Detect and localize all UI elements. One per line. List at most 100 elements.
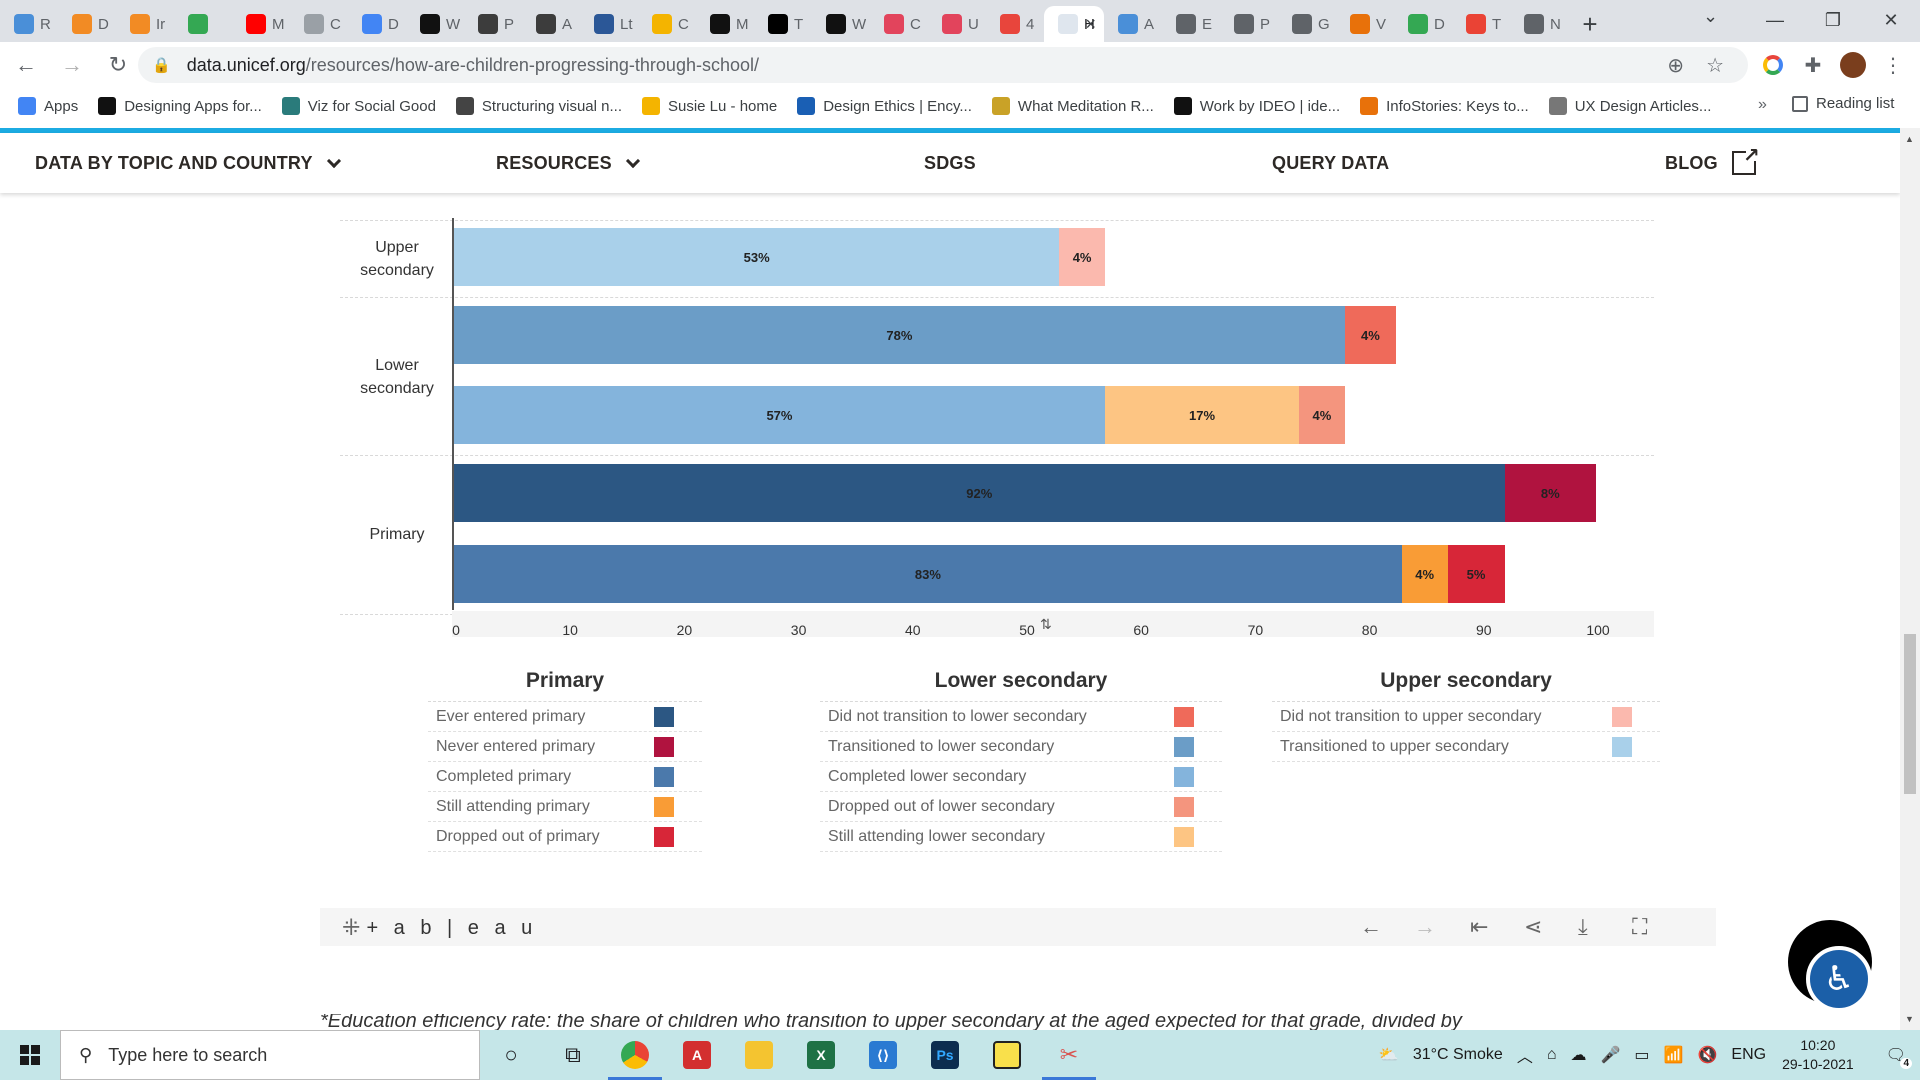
browser-tab[interactable]: P — [464, 6, 522, 42]
nav-blog[interactable]: BLOG — [1665, 143, 1760, 175]
bar-segment[interactable]: 4% — [1299, 386, 1345, 444]
battery-icon[interactable]: ▭ — [1634, 1045, 1649, 1065]
nav-sdgs[interactable]: SDGS — [924, 153, 976, 174]
accessibility-widget[interactable]: ♿ — [1788, 920, 1872, 1012]
browser-tab[interactable]: Ir — [116, 6, 174, 42]
language-indicator[interactable]: ENG — [1731, 1046, 1766, 1064]
bookmark-item[interactable]: UX Design Articles... — [1548, 97, 1711, 115]
cortana-icon[interactable]: ○ — [480, 1030, 542, 1080]
bookmark-star-icon[interactable]: ☆ — [1706, 53, 1724, 78]
chrome-taskbar-icon[interactable] — [604, 1030, 666, 1080]
bar-segment[interactable]: 8% — [1504, 464, 1596, 522]
snipping-tool-taskbar-icon[interactable]: ✂ — [1038, 1030, 1100, 1080]
back-arrow-icon[interactable]: ← — [6, 45, 46, 85]
network-icon[interactable]: ⌂ — [1547, 1046, 1557, 1064]
bar-segment[interactable]: 53% — [454, 228, 1060, 286]
start-button[interactable] — [0, 1030, 60, 1080]
browser-tab[interactable]: T — [754, 6, 812, 42]
bookmark-item[interactable]: Viz for Social Good — [281, 97, 436, 115]
bar-segment[interactable]: 4% — [1401, 545, 1448, 603]
browser-tab[interactable]: Lt — [580, 6, 638, 42]
legend-item[interactable]: Still attending primary — [428, 792, 702, 822]
browser-tab[interactable]: C — [638, 6, 696, 42]
legend-item[interactable]: Dropped out of primary — [428, 822, 702, 852]
reload-icon[interactable]: ↻ — [98, 45, 138, 85]
new-tab-button[interactable]: + — [1568, 6, 1612, 42]
fullscreen-icon[interactable]: ⛶ — [1632, 914, 1647, 940]
close-tab-icon[interactable]: × — [1085, 14, 1096, 35]
bar-segment[interactable]: 92% — [454, 464, 1505, 522]
browser-tab[interactable] — [174, 6, 232, 42]
browser-tab[interactable]: W — [812, 6, 870, 42]
bookmark-item[interactable]: Design Ethics | Ency... — [797, 97, 972, 115]
acrobat-taskbar-icon[interactable]: A — [666, 1030, 728, 1080]
browser-tab[interactable]: U — [928, 6, 986, 42]
bookmark-item[interactable]: What Meditation R... — [991, 97, 1154, 115]
legend-item[interactable]: Did not transition to upper secondary — [1272, 702, 1660, 732]
lock-icon[interactable]: 🔒 — [152, 56, 171, 74]
restore-icon[interactable]: ❐ — [1804, 0, 1862, 40]
wifi-icon[interactable]: 📶 — [1664, 1045, 1684, 1065]
browser-tab[interactable]: A — [1104, 6, 1162, 42]
bookmark-item[interactable]: Work by IDEO | ide... — [1173, 97, 1340, 115]
browser-tab[interactable]: C — [290, 6, 348, 42]
legend-item[interactable]: Dropped out of lower secondary — [820, 792, 1222, 822]
weather-icon[interactable]: ⛅ — [1379, 1045, 1399, 1065]
browser-tab[interactable]: D — [58, 6, 116, 42]
bookmark-item[interactable]: Designing Apps for... — [98, 97, 262, 115]
tab-search-icon[interactable]: ⌄ — [1703, 6, 1718, 27]
bar-segment[interactable]: 4% — [1059, 228, 1105, 286]
browser-tab[interactable]: C — [870, 6, 928, 42]
bookmark-item[interactable]: InfoStories: Keys to... — [1360, 97, 1529, 115]
browser-tab[interactable]: M — [696, 6, 754, 42]
legend-item[interactable]: Completed lower secondary — [820, 762, 1222, 792]
browser-tab-active[interactable]: H × — [1044, 6, 1104, 42]
mic-icon[interactable]: 🎤 — [1601, 1045, 1621, 1065]
sticky-notes-taskbar-icon[interactable] — [976, 1030, 1038, 1080]
bar-segment[interactable]: 78% — [454, 306, 1345, 364]
photoshop-taskbar-icon[interactable]: Ps — [914, 1030, 976, 1080]
revert-icon[interactable]: ⇤ — [1470, 914, 1488, 940]
close-window-icon[interactable]: ✕ — [1862, 0, 1920, 40]
vscode-taskbar-icon[interactable]: ⟨⟩ — [852, 1030, 914, 1080]
browser-tab[interactable]: P — [1220, 6, 1278, 42]
volume-icon[interactable]: 🔇 — [1697, 1045, 1717, 1065]
browser-tab[interactable]: M — [232, 6, 290, 42]
scroll-down-icon[interactable]: ▼ — [1905, 1014, 1914, 1024]
profile-avatar[interactable] — [1836, 48, 1870, 82]
reading-list-button[interactable]: Reading list — [1792, 95, 1894, 112]
browser-menu-icon[interactable]: ⋮ — [1876, 48, 1910, 82]
nav-query-data[interactable]: QUERY DATA — [1272, 153, 1389, 174]
browser-tab[interactable]: A — [522, 6, 580, 42]
cloud-icon[interactable]: ☁ — [1571, 1045, 1587, 1065]
browser-tab[interactable]: 4 — [986, 6, 1044, 42]
task-view-icon[interactable]: ⧉ — [542, 1030, 604, 1080]
legend-item[interactable]: Transitioned to upper secondary — [1272, 732, 1660, 762]
browser-tab[interactable]: V — [1336, 6, 1394, 42]
bar-segment[interactable]: 4% — [1344, 306, 1397, 364]
nav-resources[interactable]: RESOURCES — [496, 153, 640, 174]
legend-item[interactable]: Completed primary — [428, 762, 702, 792]
bar-segment[interactable]: 17% — [1104, 386, 1300, 444]
more-bookmarks-button[interactable]: » — [1758, 96, 1767, 114]
undo-icon[interactable]: ← — [1360, 914, 1382, 940]
nav-data-by-topic[interactable]: DATA BY TOPIC AND COUNTRY — [35, 153, 341, 174]
scroll-up-icon[interactable]: ▲ — [1905, 134, 1914, 144]
tableau-logo[interactable]: ⁜ + a b | e a u — [342, 915, 537, 941]
browser-tab[interactable]: G — [1278, 6, 1336, 42]
browser-tab[interactable]: D — [1394, 6, 1452, 42]
taskbar-search[interactable]: ⚲ Type here to search — [60, 1030, 480, 1080]
legend-item[interactable]: Never entered primary — [428, 732, 702, 762]
legend-item[interactable]: Did not transition to lower secondary — [820, 702, 1222, 732]
extension-color-icon[interactable] — [1756, 48, 1790, 82]
clock[interactable]: 10:20 29-10-2021 — [1782, 1036, 1854, 1074]
browser-tab[interactable]: N — [1510, 6, 1568, 42]
bookmark-item[interactable]: Structuring visual n... — [455, 97, 622, 115]
weather-text[interactable]: 31°C Smoke — [1413, 1046, 1503, 1064]
notifications-icon[interactable]: 🗨 4 — [1886, 1045, 1912, 1069]
url-field[interactable]: 🔒 data.unicef.org/resources/how-are-chil… — [138, 47, 1748, 83]
minimize-icon[interactable]: — — [1746, 0, 1804, 40]
legend-item[interactable]: Ever entered primary — [428, 702, 702, 732]
excel-taskbar-icon[interactable]: X — [790, 1030, 852, 1080]
tray-chevron-icon[interactable]: ︿ — [1517, 1043, 1533, 1067]
